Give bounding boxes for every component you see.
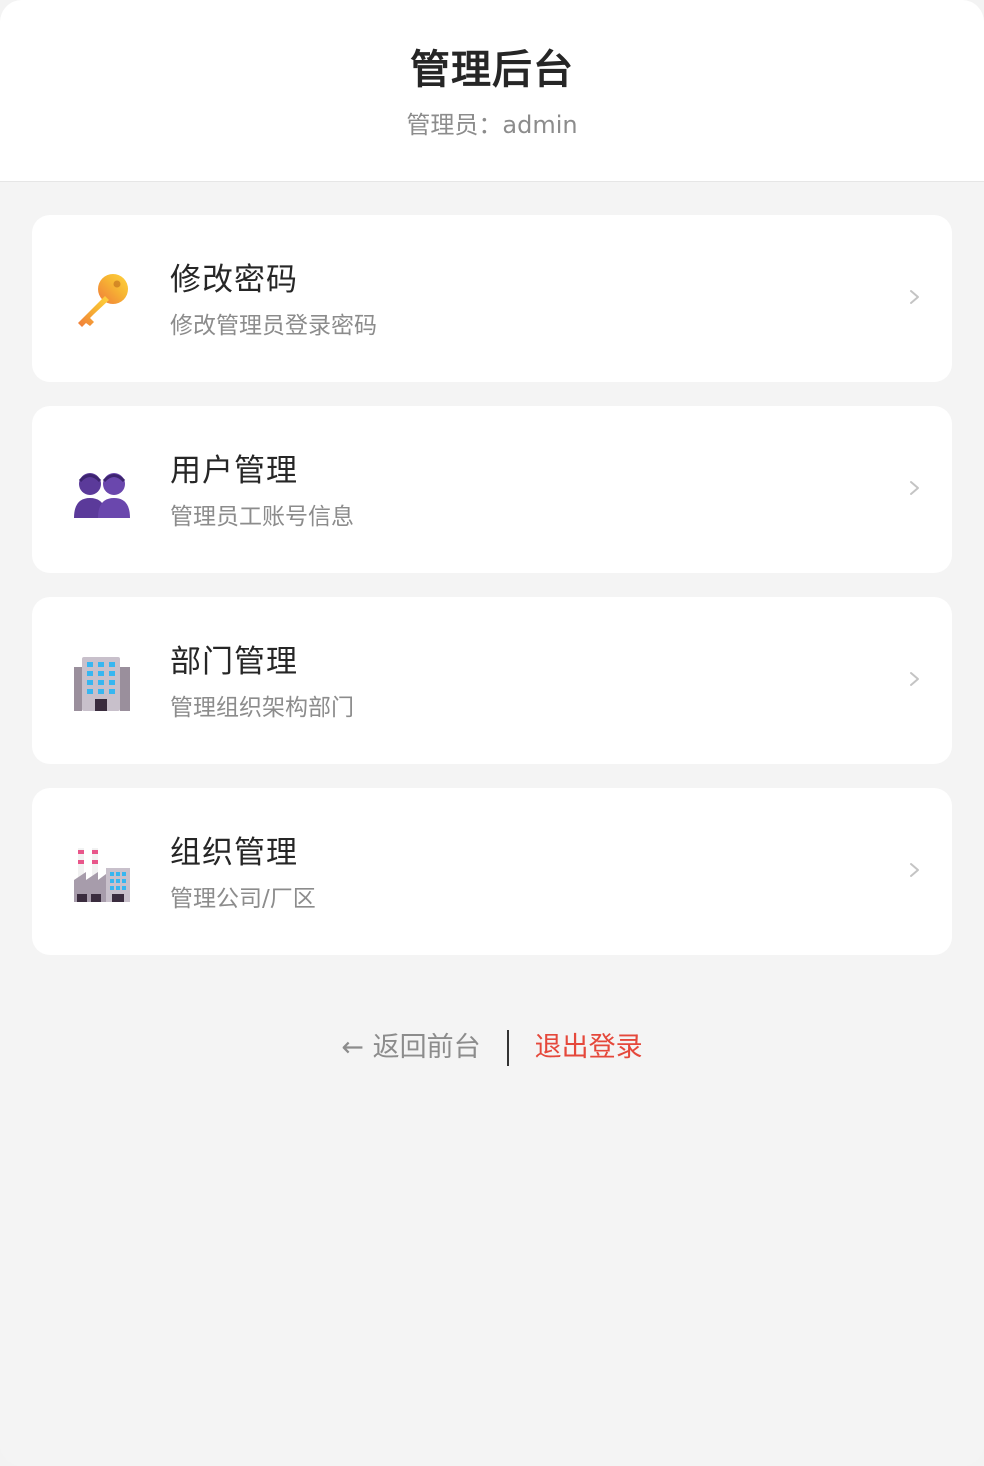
page-title: 管理后台 xyxy=(410,47,574,93)
menu-card-department-management[interactable]: 部门管理 管理组织架构部门 xyxy=(32,597,952,764)
admin-label: 管理员：admin xyxy=(406,111,578,139)
chevron-right-icon xyxy=(910,863,919,877)
menu-card-desc: 管理公司/厂区 xyxy=(170,886,316,912)
chevron-right-icon xyxy=(910,672,919,686)
menu-card-title: 部门管理 xyxy=(170,644,298,680)
page-header: 管理后台 管理员：admin xyxy=(0,0,984,182)
menu-card-desc: 管理组织架构部门 xyxy=(170,695,354,721)
menu-card-user-management[interactable]: 用户管理 管理员工账号信息 xyxy=(32,406,952,573)
menu-card-title: 用户管理 xyxy=(170,453,298,489)
footer-actions: ← 返回前台 退出登录 xyxy=(0,1024,984,1070)
menu-card-desc: 修改管理员登录密码 xyxy=(170,313,377,339)
menu-card-title: 修改密码 xyxy=(170,262,298,298)
users-icon xyxy=(74,473,130,518)
office-building-icon xyxy=(74,657,130,711)
menu-card-desc: 管理员工账号信息 xyxy=(170,504,354,530)
chevron-right-icon xyxy=(910,290,919,304)
menu-card-change-password[interactable]: 修改密码 修改管理员登录密码 xyxy=(32,215,952,382)
footer-divider xyxy=(506,1029,509,1066)
chevron-right-icon xyxy=(910,481,919,495)
key-icon xyxy=(78,274,128,327)
app-window: 管理后台 管理员：admin 修改密码 修改管理员登录密码 用户管理 管理员工账… xyxy=(0,0,984,1466)
menu-card-title: 组织管理 xyxy=(170,835,298,871)
logout-link[interactable]: 退出登录 xyxy=(535,1025,643,1071)
back-to-frontend-link[interactable]: ← 返回前台 xyxy=(341,1025,480,1071)
factory-icon xyxy=(74,848,130,902)
menu-card-organization-management[interactable]: 组织管理 管理公司/厂区 xyxy=(32,788,952,955)
